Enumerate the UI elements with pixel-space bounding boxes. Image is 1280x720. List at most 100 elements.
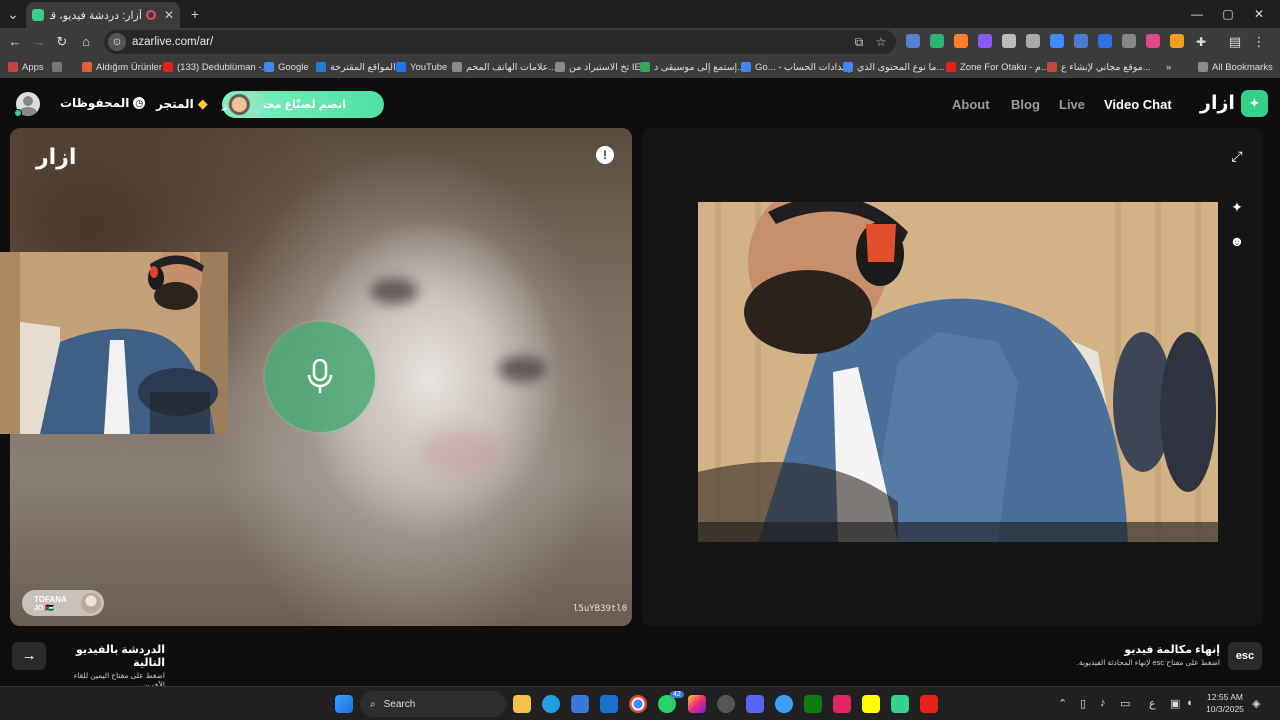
active-tab[interactable]: أزار: دردشة فيديو، قابل الأصدقاء ✕: [26, 2, 180, 28]
edge-icon[interactable]: [542, 695, 560, 713]
bookmark-item[interactable]: علامات الهاتف المحم...: [452, 60, 556, 74]
report-icon[interactable]: !: [596, 146, 614, 164]
app-icon[interactable]: [833, 695, 851, 713]
extension-icon[interactable]: [1074, 34, 1088, 48]
extension-icon[interactable]: [1146, 34, 1160, 48]
extension-icon[interactable]: [930, 34, 944, 48]
bookmark-item[interactable]: [52, 60, 66, 74]
volume-icon[interactable]: ◖: [1186, 697, 1193, 709]
logo-text: ازار: [1200, 93, 1235, 114]
instagram-icon[interactable]: [688, 695, 706, 713]
bookmark-item[interactable]: Google: [264, 60, 309, 74]
extension-icon[interactable]: [978, 34, 992, 48]
url-text[interactable]: azarlive.com/ar/: [132, 36, 213, 48]
bookmark-item[interactable]: Go... - إعدادات الحساب: [741, 60, 850, 74]
microphone-button[interactable]: [265, 322, 375, 432]
close-window-button[interactable]: ✕: [1244, 4, 1274, 24]
bookmark-item[interactable]: Apps: [8, 60, 44, 74]
install-app-icon[interactable]: ⧉: [852, 35, 866, 49]
tab-search-icon[interactable]: ⌄: [4, 5, 22, 23]
home-icon[interactable]: ⌂: [77, 33, 95, 51]
bookmark-item[interactable]: تخ الاستيراد من IE: [555, 60, 641, 74]
side-panel-icon[interactable]: ▤: [1226, 33, 1244, 51]
taskbar-search[interactable]: ⌕ Search: [360, 691, 506, 717]
new-tab-button[interactable]: +: [186, 5, 204, 23]
back-icon[interactable]: ←: [6, 33, 24, 51]
bookmark-item[interactable]: ما نوع المحتوى الذي...: [843, 60, 944, 74]
extensions-puzzle-icon[interactable]: ✚: [1192, 33, 1210, 51]
chrome-icon[interactable]: [629, 695, 647, 713]
maximize-button[interactable]: ▢: [1213, 4, 1243, 24]
address-bar[interactable]: ⊙ azarlive.com/ar/ ⧉ ☆: [104, 30, 896, 54]
network-icon[interactable]: ▣: [1170, 697, 1180, 710]
emoji-face-icon[interactable]: ☻: [1229, 233, 1245, 249]
self-camera-preview[interactable]: [0, 252, 228, 434]
youtube-icon[interactable]: [920, 695, 938, 713]
notification-bell-icon[interactable]: ◈: [1252, 697, 1260, 710]
extension-icon[interactable]: [1050, 34, 1064, 48]
esc-key[interactable]: esc: [1228, 642, 1262, 670]
nav-about[interactable]: About: [952, 97, 990, 112]
bookmark-item[interactable]: موقع مجاني لإنشاء ع...: [1047, 60, 1151, 74]
bookmark-item[interactable]: Aldığım Ürünler: [82, 60, 162, 74]
whatsapp-badge: 42: [670, 691, 684, 698]
chrome-menu-icon[interactable]: ⋮: [1250, 33, 1268, 51]
nav-blog[interactable]: Blog: [1011, 97, 1040, 112]
bookmark-favicon-icon: [82, 62, 92, 72]
next-chat-hint[interactable]: الدردشة بالفيديو التالية اضغط على مفتاح …: [50, 643, 165, 689]
taskbar-search-label: Search: [383, 698, 416, 710]
tab-strip: ⌄ أزار: دردشة فيديو، قابل الأصدقاء ✕ + —…: [0, 0, 1280, 28]
azar-logo[interactable]: ازار ✦: [1200, 90, 1268, 117]
keyboard-icon[interactable]: ▭: [1120, 697, 1130, 710]
effects-sparkle-icon[interactable]: ✦: [1229, 199, 1245, 215]
bookmark-item[interactable]: إستمع إلى موسيقى د...: [640, 60, 745, 74]
bookmark-item[interactable]: Zone For Otaku - م...: [946, 60, 1049, 74]
bookmark-item[interactable]: YouTube: [396, 60, 447, 74]
extension-icon[interactable]: [1122, 34, 1136, 48]
bookmark-item[interactable]: المواقع المقترحة: [316, 60, 396, 74]
site-info-icon[interactable]: ⊙: [108, 33, 126, 51]
fullscreen-icon[interactable]: ⤢: [1229, 148, 1245, 164]
snapchat-icon[interactable]: [862, 695, 880, 713]
extension-icon[interactable]: [954, 34, 968, 48]
outlook-icon[interactable]: [600, 695, 618, 713]
tab-close-icon[interactable]: ✕: [164, 8, 174, 22]
nav-video-chat[interactable]: Video Chat: [1104, 97, 1172, 112]
system-clock[interactable]: 12:55 AM 10/3/2025: [1200, 691, 1250, 715]
creator-banner[interactable]: انضم لصنّاع محتوى ازار: [222, 91, 384, 118]
banner-image: [226, 92, 264, 117]
language-indicator[interactable]: ع: [1149, 697, 1156, 710]
discord-icon[interactable]: [746, 695, 764, 713]
start-windows-icon[interactable]: [335, 695, 353, 713]
bookmark-label: ما نوع المحتوى الذي...: [857, 61, 945, 73]
extension-icon[interactable]: [906, 34, 920, 48]
extension-icon[interactable]: [1026, 34, 1040, 48]
reload-icon[interactable]: ↻: [53, 33, 71, 51]
app-icon[interactable]: [775, 695, 793, 713]
tray-overflow-icon[interactable]: ⌃: [1058, 697, 1067, 710]
bookmark-item[interactable]: »: [1166, 60, 1171, 74]
store-icon[interactable]: [571, 695, 589, 713]
nav-live[interactable]: Live: [1059, 97, 1085, 112]
partner-video-feature: [420, 428, 500, 476]
bookmark-star-icon[interactable]: ☆: [874, 35, 888, 49]
app-icon[interactable]: [717, 695, 735, 713]
extension-icon[interactable]: [1170, 34, 1184, 48]
nav-store[interactable]: المتجر ◆: [156, 96, 208, 112]
azar-icon[interactable]: [891, 695, 909, 713]
usb-icon[interactable]: ▯: [1080, 697, 1086, 710]
extension-icon[interactable]: [1098, 34, 1112, 48]
forward-icon[interactable]: →: [30, 33, 48, 51]
minimize-button[interactable]: —: [1182, 4, 1212, 24]
end-call-hint[interactable]: إنهاء مكالمة فيديو اضغط على مفتاح esc لإ…: [1060, 643, 1220, 667]
next-arrow-key[interactable]: →: [12, 642, 46, 670]
bookmark-item[interactable]: All Bookmarks: [1198, 60, 1273, 74]
nav-saved[interactable]: المحفوظات ◷: [60, 96, 146, 110]
bookmark-item[interactable]: (133) Dedublüman -...: [163, 60, 269, 74]
mic-tray-icon[interactable]: ♪: [1100, 697, 1106, 709]
file-explorer-icon[interactable]: [513, 695, 531, 713]
extension-icon[interactable]: [1002, 34, 1016, 48]
partner-nickname-chip[interactable]: TOFANA JO 🇯🇴: [22, 590, 104, 616]
self-video-image: [698, 202, 1218, 542]
xbox-icon[interactable]: [804, 695, 822, 713]
